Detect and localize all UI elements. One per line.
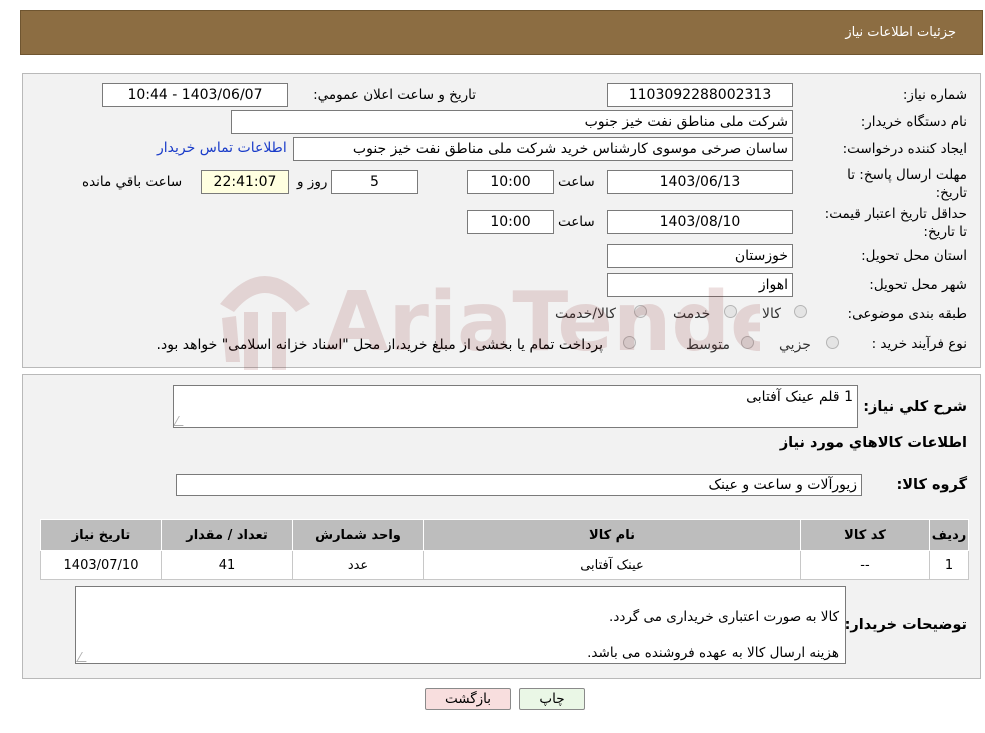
reply-time-field: 10:00 (467, 170, 554, 194)
cell-goods-name: عینک آفتابی (423, 550, 801, 580)
buyer-notes-label: توضيحات خريدار: (844, 617, 967, 633)
cell-unit: عدد (292, 550, 424, 580)
process-minor-label: جزيي (779, 337, 811, 353)
need-number-label: شماره نیاز: (902, 87, 967, 103)
general-desc-label: شرح کلي نياز: (863, 399, 967, 415)
category-goods-label: کالا (762, 306, 781, 322)
validity-time-field: 10:00 (467, 210, 554, 234)
cell-row-number: 1 (929, 550, 969, 580)
table-row: 1 -- عینک آفتابی عدد 41 1403/07/10 (40, 550, 969, 580)
goods-info-title: اطلاعات کالاهاي مورد نياز (779, 435, 967, 451)
category-label: طبقه بندی موضوعی: (847, 306, 967, 322)
reply-deadline-label: مهلت ارسال پاسخ: تا تاريخ: (847, 167, 967, 201)
reply-time-label: ساعت (558, 174, 595, 190)
requester-label: ايجاد کننده درخواست: (842, 141, 967, 157)
watermark-text: AriaTender.neT (325, 275, 760, 370)
requester-field: ساسان صرخی موسوی کارشناس خرید شرکت ملی م… (293, 137, 793, 161)
days-remaining-field: 5 (331, 170, 418, 194)
goods-table: رديف کد کالا نام کالا واحد شمارش تعداد /… (40, 519, 969, 580)
buyer-notes-line-1: کالا به صورت اعتباری خریداری می گردد. (609, 609, 839, 625)
col-header-row-number: رديف (929, 519, 969, 551)
remaining-time-field: 22:41:07 (201, 170, 289, 194)
table-header-row: رديف کد کالا نام کالا واحد شمارش تعداد /… (40, 519, 969, 551)
print-button[interactable]: چاپ (519, 688, 585, 710)
goods-group-field: زیورآلات و ساعت و عینک (176, 474, 862, 496)
need-number-field: 1103092288002313 (607, 83, 793, 107)
goods-group-label: گروه کالا: (896, 477, 967, 493)
page-title: جزئیات اطلاعات نیاز (845, 25, 956, 40)
announce-datetime-field: 1403/06/07 - 10:44 (102, 83, 288, 107)
province-label: استان محل تحويل: (861, 248, 967, 264)
cell-quantity: 41 (161, 550, 293, 580)
general-desc-field: 1 قلم عینک آفتابی (173, 385, 858, 428)
city-label: شهر محل تحويل: (869, 277, 967, 293)
process-type-label: نوع فرآيند خريد : (871, 336, 967, 352)
watermark-logo: AriaTender.neT (220, 275, 760, 370)
buyer-contact-link[interactable]: اطلاعات تماس خريدار (157, 140, 287, 156)
process-minor-radio[interactable] (826, 336, 839, 349)
price-validity-label: حداقل تاريخ اعتبار قيمت: تا تاريخ: (824, 206, 967, 240)
col-header-goods-code: کد کالا (800, 519, 930, 551)
buyer-notes-field: کالا به صورت اعتباری خریداری می گردد. هز… (75, 586, 846, 664)
cell-need-date: 1403/07/10 (40, 550, 162, 580)
validity-date-field: 1403/08/10 (607, 210, 793, 234)
buyer-notes-line-2: هزینه ارسال کالا به عهده فروشنده می باشد… (587, 645, 839, 661)
announce-datetime-label: تاریخ و ساعت اعلان عمومي: (313, 87, 476, 103)
days-label: روز و (297, 174, 328, 190)
cell-goods-code: -- (800, 550, 930, 580)
reply-date-field: 1403/06/13 (607, 170, 793, 194)
remaining-time-label: ساعت باقي مانده (82, 174, 183, 190)
page-header: جزئیات اطلاعات نیاز (20, 10, 983, 55)
col-header-goods-name: نام کالا (423, 519, 801, 551)
buyer-org-field: شرکت ملی مناطق نفت خیز جنوب (231, 110, 793, 134)
col-header-need-date: تاريخ نياز (40, 519, 162, 551)
col-header-quantity: تعداد / مقدار (161, 519, 293, 551)
validity-time-label: ساعت (558, 214, 595, 230)
col-header-unit: واحد شمارش (292, 519, 424, 551)
buyer-org-label: نام دستگاه خريدار: (860, 114, 967, 130)
category-goods-radio[interactable] (794, 305, 807, 318)
back-button[interactable]: بازگشت (425, 688, 511, 710)
